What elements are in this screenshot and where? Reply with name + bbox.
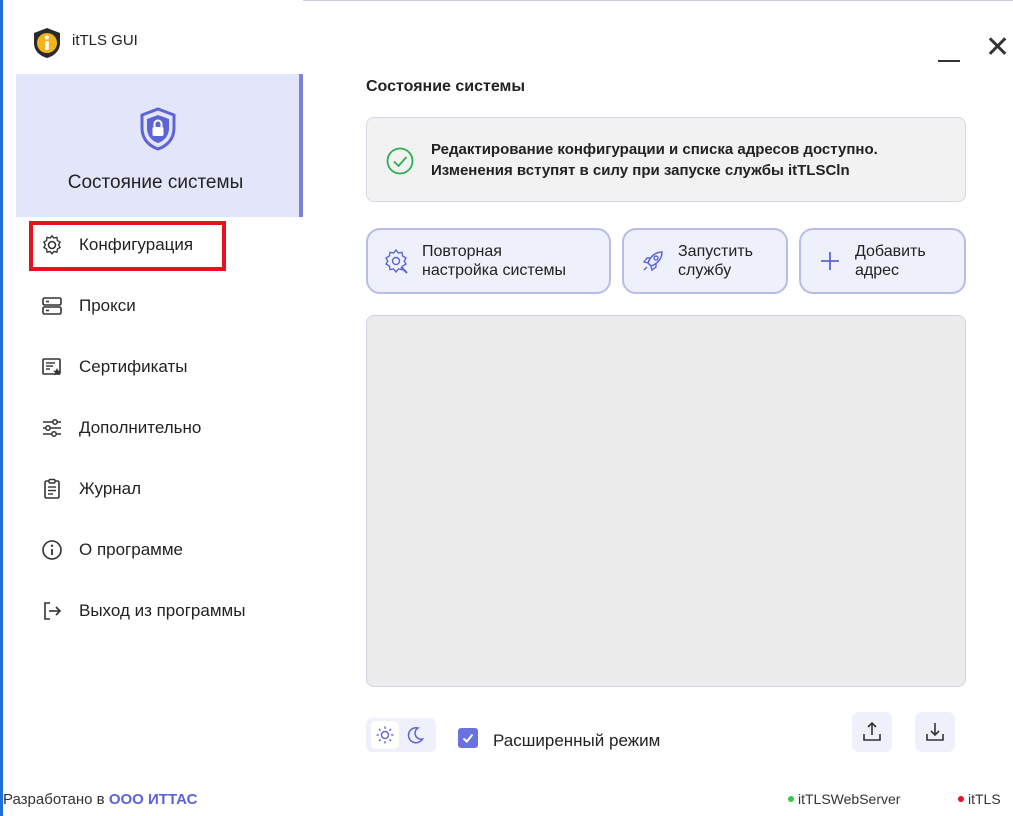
certificate-icon: [41, 356, 63, 378]
sidebar-item-system-status[interactable]: Состояние системы: [16, 74, 303, 217]
exit-icon: [41, 600, 63, 622]
add-label-line2: адрес: [855, 262, 900, 279]
checkmark-icon: [462, 733, 474, 743]
configuration-highlight-box: [29, 221, 226, 271]
sidebar-item-certificates[interactable]: Сертификаты: [41, 350, 271, 384]
sidebar: itTLS GUI Состояние системы Конфигурация…: [3, 0, 303, 816]
check-circle-icon: [386, 147, 414, 175]
status-webserver: itTLSWebServer: [788, 791, 900, 807]
sidebar-item-log[interactable]: Журнал: [41, 472, 271, 506]
plus-icon: [821, 252, 839, 270]
server-icon: [41, 295, 63, 317]
reconfigure-label-line1: Повторная: [422, 243, 502, 260]
sliders-icon: [41, 417, 63, 439]
sidebar-item-label: Сертификаты: [79, 357, 188, 376]
sidebar-item-about[interactable]: О программе: [41, 533, 271, 567]
developer-credit: Разработано в ООО ИТТАС: [3, 791, 197, 808]
download-icon: [926, 723, 944, 741]
reconfigure-system-button[interactable]: Повторная настройка системы: [366, 228, 611, 294]
sidebar-nav: Конфигурация Прокси Сертификаты Дополнит…: [41, 228, 271, 655]
add-address-button[interactable]: Добавить адрес: [799, 228, 966, 294]
sidebar-item-advanced[interactable]: Дополнительно: [41, 411, 271, 445]
gear-wrench-icon: [385, 248, 408, 274]
start-service-button[interactable]: Запустить службу: [622, 228, 788, 294]
status-service: itTLS: [958, 791, 1001, 807]
add-label-line1: Добавить: [855, 243, 926, 260]
reconfigure-label-line2: настройка системы: [422, 262, 566, 279]
sidebar-item-exit[interactable]: Выход из программы: [41, 594, 271, 628]
clipboard-icon: [41, 478, 63, 500]
advanced-mode-checkbox[interactable]: [458, 728, 478, 748]
info-message-box: Редактирование конфигурации и списка адр…: [366, 117, 966, 202]
app-title: itTLS GUI: [72, 32, 138, 49]
start-label-line2: службу: [678, 262, 732, 279]
status-dot-green: [788, 796, 794, 802]
rocket-icon: [642, 251, 663, 272]
sidebar-item-label: Журнал: [79, 479, 142, 498]
sidebar-item-label: Дополнительно: [79, 418, 202, 437]
developer-prefix: Разработано в: [3, 791, 105, 808]
app-logo-icon: [34, 28, 60, 58]
info-text-line1: Редактирование конфигурации и списка адр…: [431, 141, 878, 158]
shield-lock-icon: [140, 107, 176, 151]
export-button[interactable]: [852, 712, 892, 752]
advanced-mode-label: Расширенный режим: [493, 731, 661, 750]
info-icon: [41, 539, 63, 561]
theme-toggle[interactable]: [366, 718, 436, 752]
import-button[interactable]: [915, 712, 955, 752]
sun-icon[interactable]: [371, 721, 399, 749]
minimize-button[interactable]: [938, 40, 960, 62]
sidebar-item-proxy[interactable]: Прокси: [41, 289, 271, 323]
sidebar-item-label: О программе: [79, 540, 184, 559]
start-label-line1: Запустить: [678, 243, 753, 260]
upload-icon: [863, 721, 881, 741]
status-service-label: itTLS: [968, 791, 1001, 807]
developer-link[interactable]: ООО ИТТАС: [109, 791, 198, 808]
address-list-panel[interactable]: [366, 315, 966, 687]
sidebar-active-label: Состояние системы: [67, 172, 244, 193]
moon-icon[interactable]: [401, 721, 429, 749]
status-dot-red: [958, 796, 964, 802]
sidebar-item-label: Выход из программы: [79, 601, 246, 620]
status-webserver-label: itTLSWebServer: [798, 791, 901, 807]
close-button[interactable]: ✕: [985, 33, 1010, 63]
page-title: Состояние системы: [366, 78, 526, 95]
sidebar-item-label: Прокси: [79, 296, 136, 315]
info-text-line2: Изменения вступят в силу при запуске слу…: [431, 162, 850, 179]
